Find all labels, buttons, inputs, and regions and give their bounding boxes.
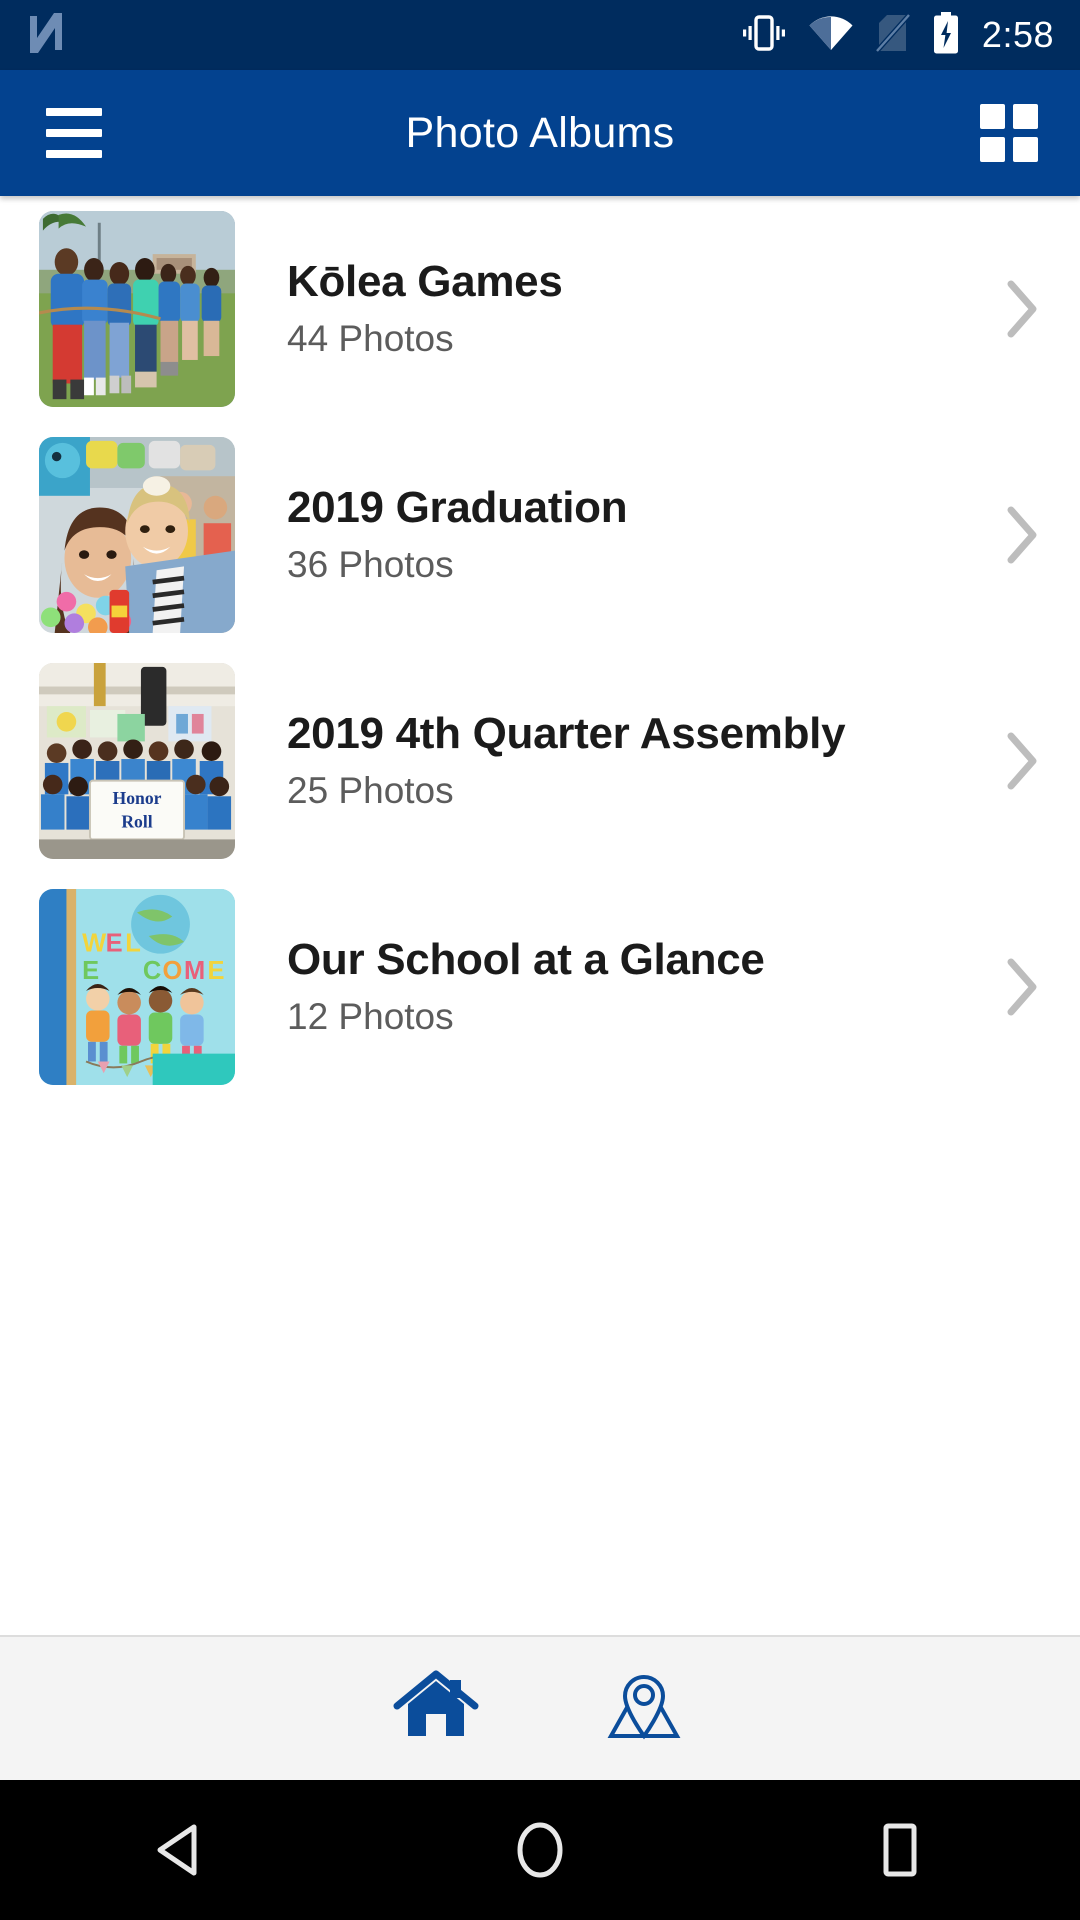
app-bar: Photo Albums	[0, 70, 1080, 196]
list-item[interactable]: Honor Roll 2019 4th Quarter Assembly 25 …	[0, 648, 1080, 874]
hamburger-bar	[46, 129, 102, 137]
recents-square-icon[interactable]	[840, 1800, 960, 1900]
svg-text:Honor: Honor	[113, 788, 162, 808]
page-title: Photo Albums	[405, 108, 675, 157]
list-item[interactable]: W E L C O M E E Our School at a Glance 1…	[0, 874, 1080, 1100]
svg-text:W: W	[82, 930, 107, 958]
chevron-right-icon[interactable]	[1000, 504, 1046, 566]
album-title: Our School at a Glance	[287, 935, 765, 985]
svg-text:E: E	[208, 957, 225, 985]
phone-screen: 2:58 Photo Albums Kōlea Games 44 Photos …	[0, 0, 1080, 1920]
svg-text:C: C	[143, 957, 161, 985]
status-bar-clock: 2:58	[981, 14, 1054, 55]
album-thumbnail	[39, 437, 235, 633]
album-thumbnail: Honor Roll	[39, 663, 235, 859]
album-thumbnail: W E L C O M E E	[39, 889, 235, 1085]
home-icon	[393, 1668, 479, 1749]
chevron-right-icon[interactable]	[1000, 956, 1046, 1018]
no-sim-icon	[875, 12, 911, 58]
svg-text:M: M	[184, 957, 205, 985]
list-item[interactable]: Kōlea Games 44 Photos	[0, 196, 1080, 422]
grid-cell	[980, 137, 1005, 162]
list-item[interactable]: 2019 Graduation 36 Photos	[0, 422, 1080, 648]
grid-cell	[1013, 104, 1038, 129]
album-info: 2019 Graduation 36 Photos	[235, 484, 990, 585]
album-info: 2019 4th Quarter Assembly 25 Photos	[235, 710, 990, 811]
svg-text:O: O	[162, 957, 182, 985]
grid-cell	[1013, 137, 1038, 162]
album-photo-count: 12 Photos	[287, 995, 454, 1037]
tab-map[interactable]	[596, 1661, 692, 1757]
album-info: Kōlea Games 44 Photos	[235, 258, 990, 359]
album-photo-count: 36 Photos	[287, 543, 454, 585]
bottom-tab-bar	[0, 1635, 1080, 1780]
album-list: Kōlea Games 44 Photos 2019 Graduation 36…	[0, 196, 1080, 1635]
grid-cell	[980, 104, 1005, 129]
map-pin-icon	[601, 1668, 687, 1749]
album-photo-count: 44 Photos	[287, 317, 454, 359]
hamburger-bar	[46, 150, 102, 158]
tab-home[interactable]	[388, 1661, 484, 1757]
back-triangle-icon[interactable]	[120, 1800, 240, 1900]
wifi-icon	[808, 14, 854, 57]
album-info: Our School at a Glance 12 Photos	[235, 936, 990, 1037]
home-circle-icon[interactable]	[480, 1800, 600, 1900]
album-title: Kōlea Games	[287, 257, 563, 307]
svg-text:L: L	[125, 930, 141, 958]
album-thumbnail	[39, 211, 235, 407]
battery-charging-icon	[932, 11, 960, 59]
status-bar-left	[26, 11, 66, 60]
svg-text:E: E	[82, 957, 99, 985]
status-bar: 2:58	[0, 0, 1080, 70]
vibrate-icon	[742, 13, 786, 58]
chevron-right-icon[interactable]	[1000, 730, 1046, 792]
hamburger-bar	[46, 108, 102, 116]
album-title: 2019 4th Quarter Assembly	[287, 709, 846, 759]
chevron-right-icon[interactable]	[1000, 278, 1046, 340]
svg-text:Roll: Roll	[121, 812, 152, 832]
svg-text:E: E	[106, 930, 123, 958]
status-bar-right: 2:58	[742, 11, 1054, 59]
hamburger-menu-icon[interactable]	[46, 108, 102, 158]
android-nav-bar	[0, 1780, 1080, 1920]
album-title: 2019 Graduation	[287, 483, 628, 533]
grid-view-icon[interactable]	[980, 104, 1038, 162]
album-photo-count: 25 Photos	[287, 769, 454, 811]
nougat-n-logo	[26, 11, 66, 60]
